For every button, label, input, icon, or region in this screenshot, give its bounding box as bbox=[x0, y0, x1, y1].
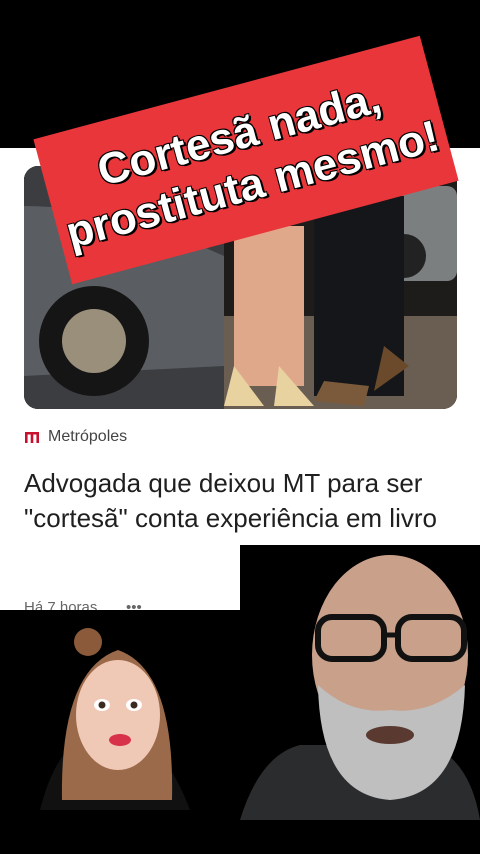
article-headline[interactable]: Advogada que deixou MT para ser "cortesã… bbox=[24, 466, 454, 536]
presenter-woman-video bbox=[0, 610, 240, 810]
source-name: Metrópoles bbox=[48, 428, 128, 445]
metropoles-logo-icon bbox=[24, 429, 40, 445]
man-portrait bbox=[240, 545, 480, 820]
article-source[interactable]: Metrópoles bbox=[24, 428, 127, 446]
woman-portrait bbox=[0, 610, 240, 810]
presenter-man-video bbox=[240, 545, 480, 820]
